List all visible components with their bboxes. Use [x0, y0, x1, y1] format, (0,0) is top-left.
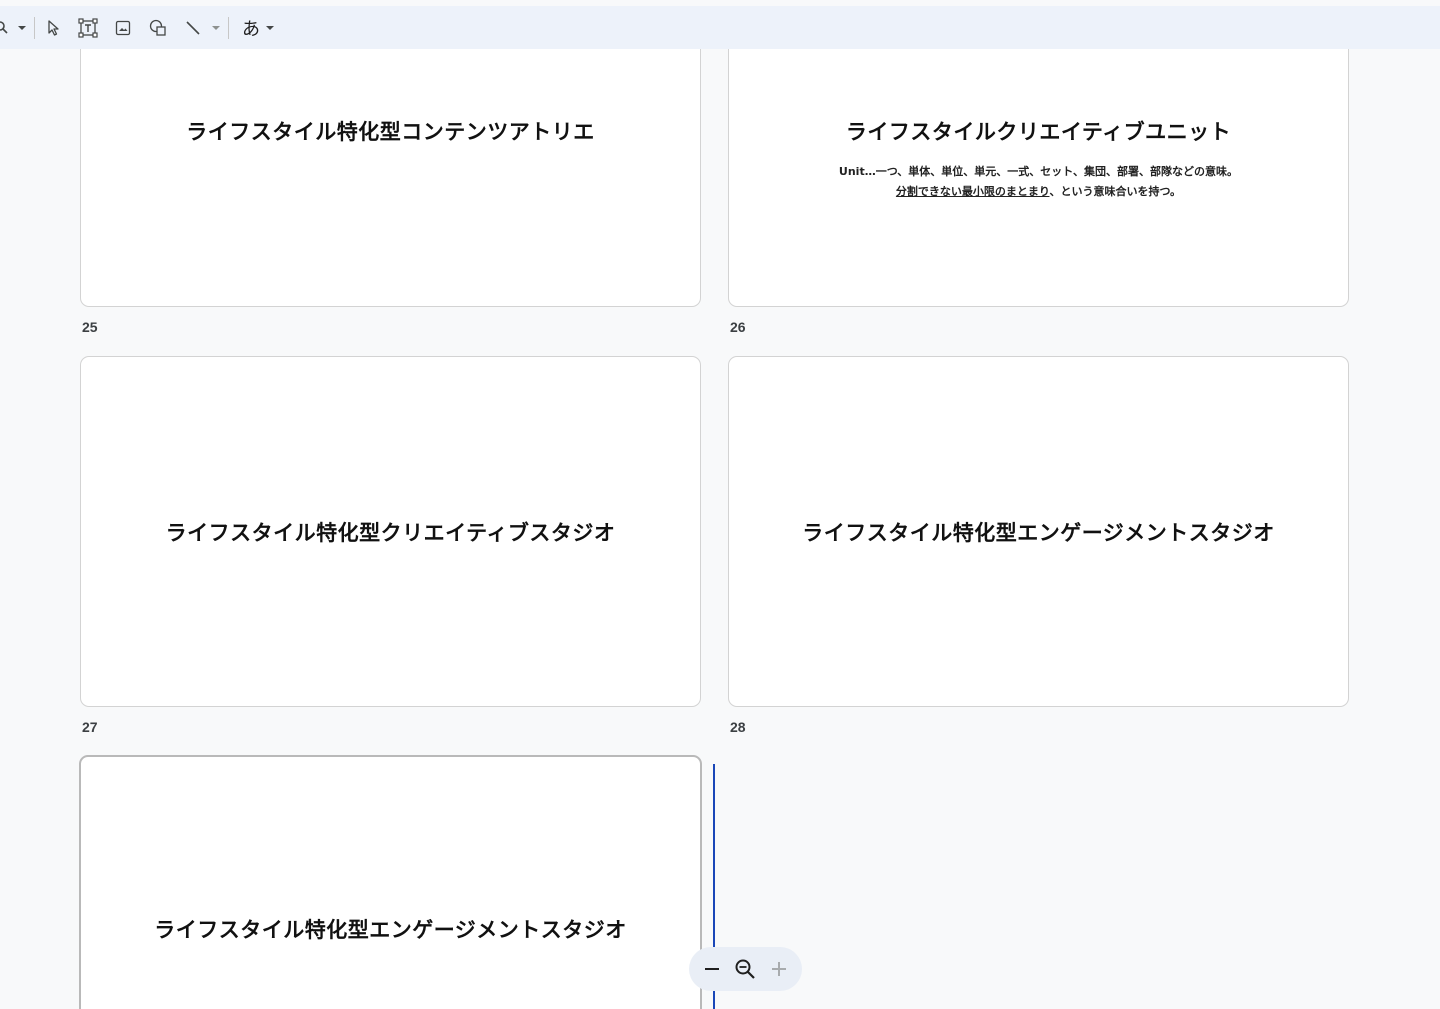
slide-thumbnail[interactable]: ライフスタイル特化型コンテンツアトリエ: [80, 49, 701, 307]
slide-title: ライフスタイル特化型エンゲージメントスタジオ: [802, 520, 1275, 545]
chevron-down-icon: [266, 26, 274, 30]
slide-thumbnail[interactable]: ライフスタイル特化型クリエイティブスタジオ: [80, 356, 701, 707]
slide-number: 26: [730, 319, 746, 335]
line-menu-chevron-down-icon[interactable]: [208, 13, 224, 43]
select-pointer-icon[interactable]: [42, 13, 66, 43]
slide-thumbnail[interactable]: ライフスタイルクリエイティブユニット Unit…一つ、単体、単位、単元、一式、セ…: [728, 49, 1349, 307]
slide-thumbnail-selected[interactable]: ライフスタイル特化型エンゲージメントスタジオ: [79, 755, 702, 1009]
slide-number: 28: [730, 719, 746, 735]
slide-thumbnail[interactable]: ライフスタイル特化型エンゲージメントスタジオ: [728, 356, 1349, 707]
line-icon[interactable]: [181, 13, 205, 43]
slide-title: ライフスタイル特化型コンテンツアトリエ: [186, 120, 595, 144]
zoom-out-magnifier-icon: [735, 959, 756, 979]
slide-body-text-rest: 、という意味合いを持つ。: [1049, 185, 1182, 198]
toolbar: あ: [0, 6, 1440, 49]
zoom-out-button[interactable]: [697, 954, 727, 984]
image-icon[interactable]: [111, 13, 135, 43]
slide-body-text: Unit…一つ、単体、単位、単元、一式、セット、集団、部署、部隊などの意味。 分…: [839, 162, 1238, 202]
toolbar-divider: [34, 17, 35, 39]
input-tools-button[interactable]: あ: [236, 13, 280, 43]
slide-title: ライフスタイル特化型エンゲージメントスタジオ: [154, 918, 627, 942]
plus-icon: [772, 962, 787, 976]
toolbar-divider: [228, 17, 229, 39]
slide-number: 27: [82, 719, 98, 735]
zoom-in-button[interactable]: [764, 954, 794, 984]
zoom-fit-button[interactable]: [730, 954, 760, 984]
minus-icon: [704, 968, 719, 970]
slide-body-line: 分割できない最小限のまとまり、という意味合いを持つ。: [839, 182, 1238, 202]
slide-body-line: Unit…一つ、単体、単位、単元、一式、セット、集団、部署、部隊などの意味。: [838, 165, 1239, 178]
slide-title: ライフスタイル特化型クリエイティブスタジオ: [165, 520, 616, 545]
input-tools-label: あ: [242, 19, 260, 40]
slide-number: 25: [82, 319, 98, 335]
slide-body-underlined-text: 分割できない最小限のまとまり: [895, 185, 1050, 198]
zoom-menu-chevron-down-icon[interactable]: [14, 13, 30, 43]
slide-grid-canvas: ライフスタイル特化型コンテンツアトリエ 25 ライフスタイルクリエイティブユニッ…: [0, 49, 1440, 1009]
shape-icon[interactable]: [146, 13, 170, 43]
text-box-icon[interactable]: [76, 13, 100, 43]
zoom-icon[interactable]: [0, 13, 10, 43]
zoom-controls: [689, 947, 802, 991]
slide-title: ライフスタイルクリエイティブユニット: [845, 120, 1232, 144]
